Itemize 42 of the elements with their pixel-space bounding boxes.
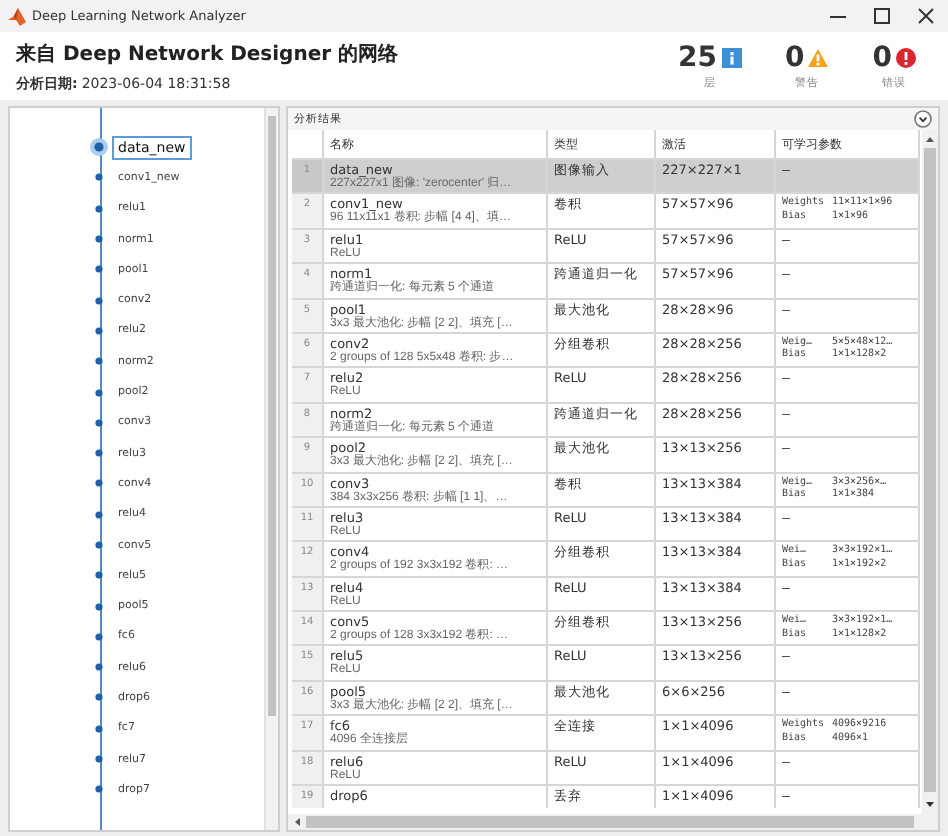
node-icon[interactable] <box>90 719 108 738</box>
node-icon[interactable] <box>90 658 108 677</box>
node-icon[interactable] <box>90 199 108 218</box>
node-icon[interactable] <box>90 168 108 187</box>
info-icon <box>721 48 741 68</box>
horizontal-scrollbar[interactable] <box>288 814 938 830</box>
collapse-icon[interactable] <box>914 110 932 128</box>
app-logo-icon <box>8 7 26 25</box>
close-icon[interactable] <box>916 6 936 26</box>
node-icon[interactable] <box>90 780 108 799</box>
count-text: 0 <box>785 43 805 73</box>
count-text: 25 <box>678 43 717 73</box>
maximize-icon[interactable] <box>872 6 892 26</box>
scroll-thumb[interactable] <box>306 816 914 828</box>
node-icon[interactable] <box>90 505 108 524</box>
node-icon[interactable] <box>90 627 108 646</box>
node-icon[interactable] <box>90 413 108 432</box>
vertical-scrollbar[interactable] <box>264 108 278 830</box>
scroll-left-icon[interactable] <box>292 816 302 828</box>
scroll-down-icon[interactable] <box>924 800 936 810</box>
scroll-up-icon[interactable] <box>924 134 936 144</box>
node-icon[interactable] <box>90 352 108 371</box>
node-icon[interactable] <box>90 260 108 279</box>
node-icon[interactable] <box>90 597 108 616</box>
scroll-thumb[interactable] <box>268 116 276 716</box>
warning-icon <box>808 48 829 68</box>
count-text: 0 <box>872 43 892 73</box>
report-title: 来自 Deep Network Designer 的网络 <box>16 41 399 67</box>
node-icon[interactable] <box>90 321 108 340</box>
node-icon[interactable] <box>90 688 108 707</box>
selected-node-icon[interactable] <box>90 138 108 157</box>
node-icon[interactable] <box>90 566 108 585</box>
node-icon[interactable] <box>90 444 108 463</box>
node-icon[interactable] <box>90 291 108 310</box>
error-icon <box>896 48 916 68</box>
node-icon[interactable] <box>90 536 108 554</box>
node-icon[interactable] <box>90 474 108 493</box>
node-icon[interactable] <box>90 750 108 769</box>
node-icon[interactable] <box>90 230 108 249</box>
node-icon[interactable] <box>90 383 108 402</box>
vertical-scrollbar[interactable] <box>922 130 938 814</box>
scroll-thumb[interactable] <box>924 148 936 792</box>
